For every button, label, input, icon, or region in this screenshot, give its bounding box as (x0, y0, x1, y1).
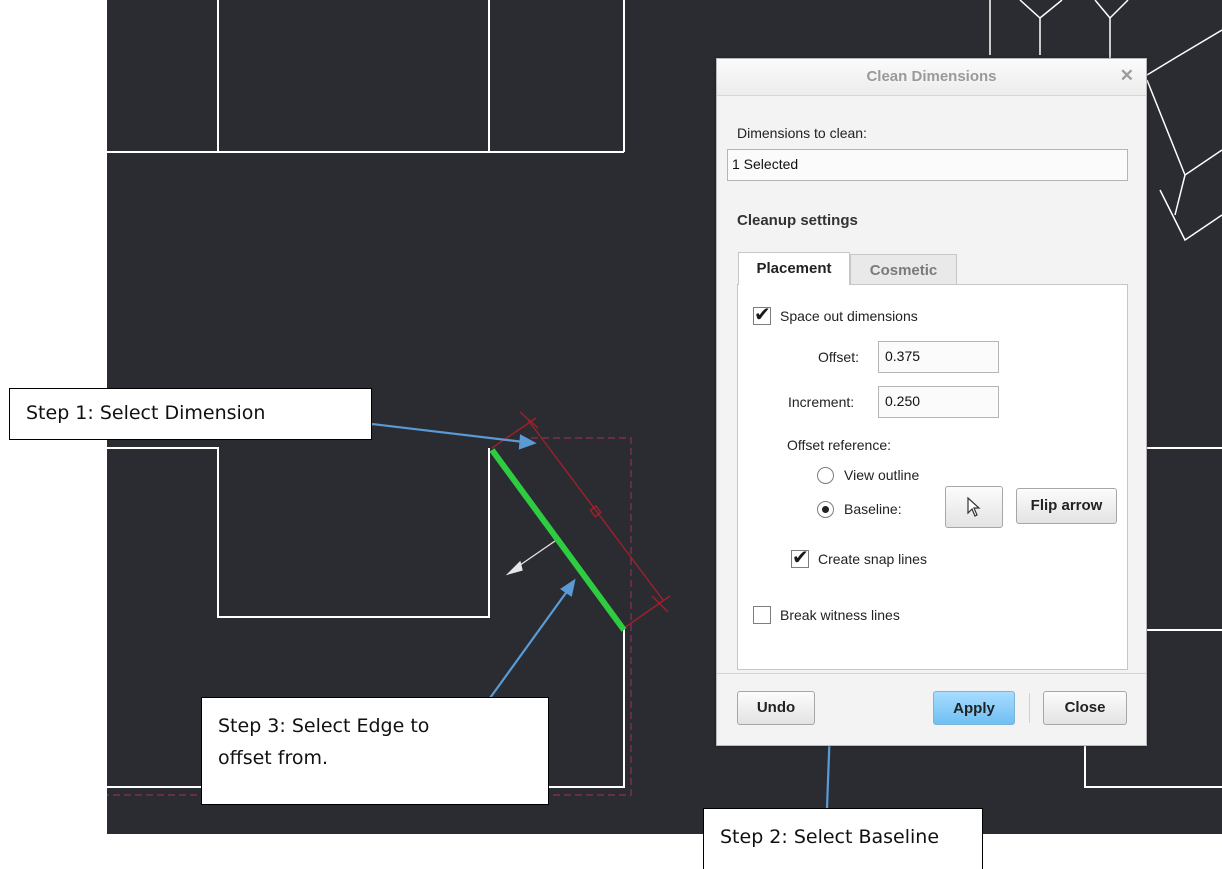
offset-label: Offset: (818, 349, 859, 365)
dimensions-to-clean-label: Dimensions to clean: (737, 125, 867, 141)
step2-callout: Step 2: Select Baseline (703, 808, 983, 869)
baseline-radio[interactable] (817, 501, 834, 518)
top-geometry (107, 0, 625, 153)
break-witness-label: Break witness lines (780, 607, 900, 623)
clean-dimensions-dialog: Clean Dimensions ✕ Dimensions to clean: … (716, 58, 1147, 746)
offset-input[interactable]: 0.375 (878, 341, 999, 373)
snap-lines-checkbox[interactable]: ✔ (791, 547, 809, 569)
dialog-divider (717, 673, 1146, 674)
tab-cosmetic[interactable]: Cosmetic (850, 254, 957, 286)
cursor-arrow-icon (967, 496, 981, 517)
undo-button[interactable]: Undo (737, 691, 815, 725)
checkmark-icon: ✔ (754, 304, 771, 326)
flip-arrow-indicator (505, 540, 556, 576)
baseline-select-button[interactable] (945, 486, 1003, 528)
tab-placement[interactable]: Placement (738, 252, 850, 285)
apply-button[interactable]: Apply (933, 691, 1015, 725)
step3-line1: Step 3: Select Edge to (218, 715, 430, 737)
checkmark-icon: ✔ (792, 547, 809, 569)
baseline-label: Baseline: (844, 501, 902, 517)
dialog-titlebar[interactable]: Clean Dimensions ✕ (717, 59, 1146, 96)
step1-callout: Step 1: Select Dimension (9, 388, 372, 440)
dimension-lines (491, 411, 671, 629)
view-outline-label: View outline (844, 467, 920, 483)
close-icon[interactable]: ✕ (1120, 66, 1134, 86)
close-button[interactable]: Close (1043, 691, 1127, 725)
dimensions-to-clean-field[interactable]: 1 Selected (727, 149, 1128, 181)
increment-input[interactable]: 0.250 (878, 386, 999, 418)
dialog-title: Clean Dimensions (866, 68, 997, 85)
button-separator (1029, 693, 1030, 723)
offset-reference-label: Offset reference: (787, 437, 892, 453)
increment-label: Increment: (788, 394, 855, 410)
step3-callout: Step 3: Select Edge to offset from. (201, 697, 549, 805)
space-out-checkbox[interactable]: ✔ (753, 304, 771, 326)
view-outline-radio[interactable] (817, 467, 834, 484)
break-witness-checkbox[interactable] (753, 606, 771, 624)
space-out-label: Space out dimensions (780, 308, 918, 324)
step3-line2: offset from. (218, 747, 329, 769)
snap-lines-label: Create snap lines (818, 551, 927, 567)
cleanup-settings-heading: Cleanup settings (737, 212, 858, 229)
flip-arrow-button[interactable]: Flip arrow (1016, 488, 1117, 524)
